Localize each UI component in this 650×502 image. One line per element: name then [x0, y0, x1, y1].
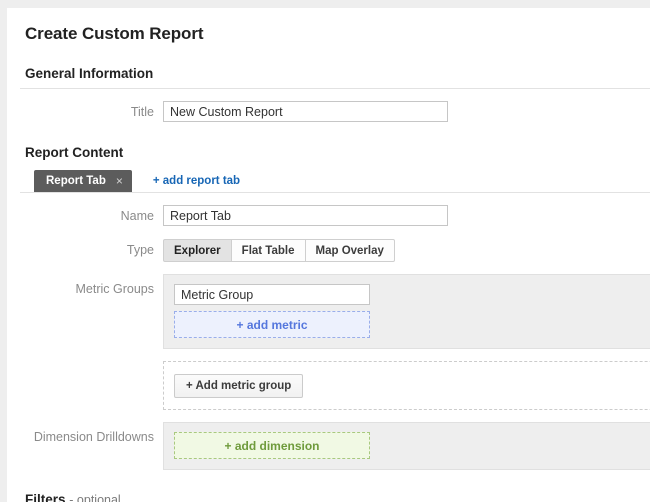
divider-report-content: [20, 192, 650, 193]
add-metric-group-panel: + Add metric group: [163, 361, 650, 410]
report-tab-bar: Report Tab × + add report tab: [34, 170, 650, 192]
general-information-heading-text: General Information: [25, 66, 154, 81]
row-add-metric-group: + Add metric group: [7, 361, 650, 410]
report-content-heading-text: Report Content: [25, 145, 124, 160]
page-title: Create Custom Report: [25, 24, 204, 43]
metric-group-name-input[interactable]: [174, 284, 370, 305]
name-input[interactable]: [163, 205, 448, 226]
section-heading-general-information: General Information: [25, 66, 650, 81]
report-tab-item[interactable]: Report Tab ×: [34, 170, 132, 192]
dimension-drilldowns-label: Dimension Drilldowns: [33, 430, 154, 444]
close-icon[interactable]: ×: [116, 175, 123, 187]
type-label: Type: [126, 243, 154, 257]
filters-optional-suffix: - optional: [69, 493, 121, 502]
create-custom-report-page: Create Custom Report General Information…: [7, 8, 650, 502]
row-metric-groups: Metric Groups + add metric: [7, 274, 650, 349]
row-dimension-drilldowns: Dimension Drilldowns + add dimension: [7, 422, 650, 470]
add-report-tab-link[interactable]: + add report tab: [153, 175, 240, 187]
name-label: Name: [120, 209, 154, 223]
report-tab-label: Report Tab: [46, 175, 106, 187]
add-metric-group-button[interactable]: + Add metric group: [174, 374, 304, 398]
add-metric-button[interactable]: + add metric: [174, 311, 370, 338]
dimension-drilldowns-panel: + add dimension: [163, 422, 650, 470]
type-segmented-control: Explorer Flat Table Map Overlay: [163, 239, 395, 262]
row-name: Name: [7, 205, 650, 227]
filters-heading-text: Filters: [25, 492, 66, 502]
type-option-explorer[interactable]: Explorer: [163, 239, 232, 262]
metric-group-panel: + add metric: [163, 274, 650, 349]
title-input[interactable]: [163, 101, 448, 122]
row-title: Title: [7, 101, 650, 123]
section-heading-report-content: Report Content: [25, 145, 650, 160]
metric-groups-label: Metric Groups: [75, 282, 155, 296]
section-heading-filters: Filters - optional: [25, 492, 650, 502]
type-option-flat-table[interactable]: Flat Table: [231, 239, 306, 262]
divider-general-information: [20, 88, 650, 89]
title-label: Title: [130, 105, 154, 119]
row-type: Type Explorer Flat Table Map Overlay: [7, 239, 650, 262]
type-option-map-overlay[interactable]: Map Overlay: [305, 239, 395, 262]
add-dimension-button[interactable]: + add dimension: [174, 432, 370, 459]
